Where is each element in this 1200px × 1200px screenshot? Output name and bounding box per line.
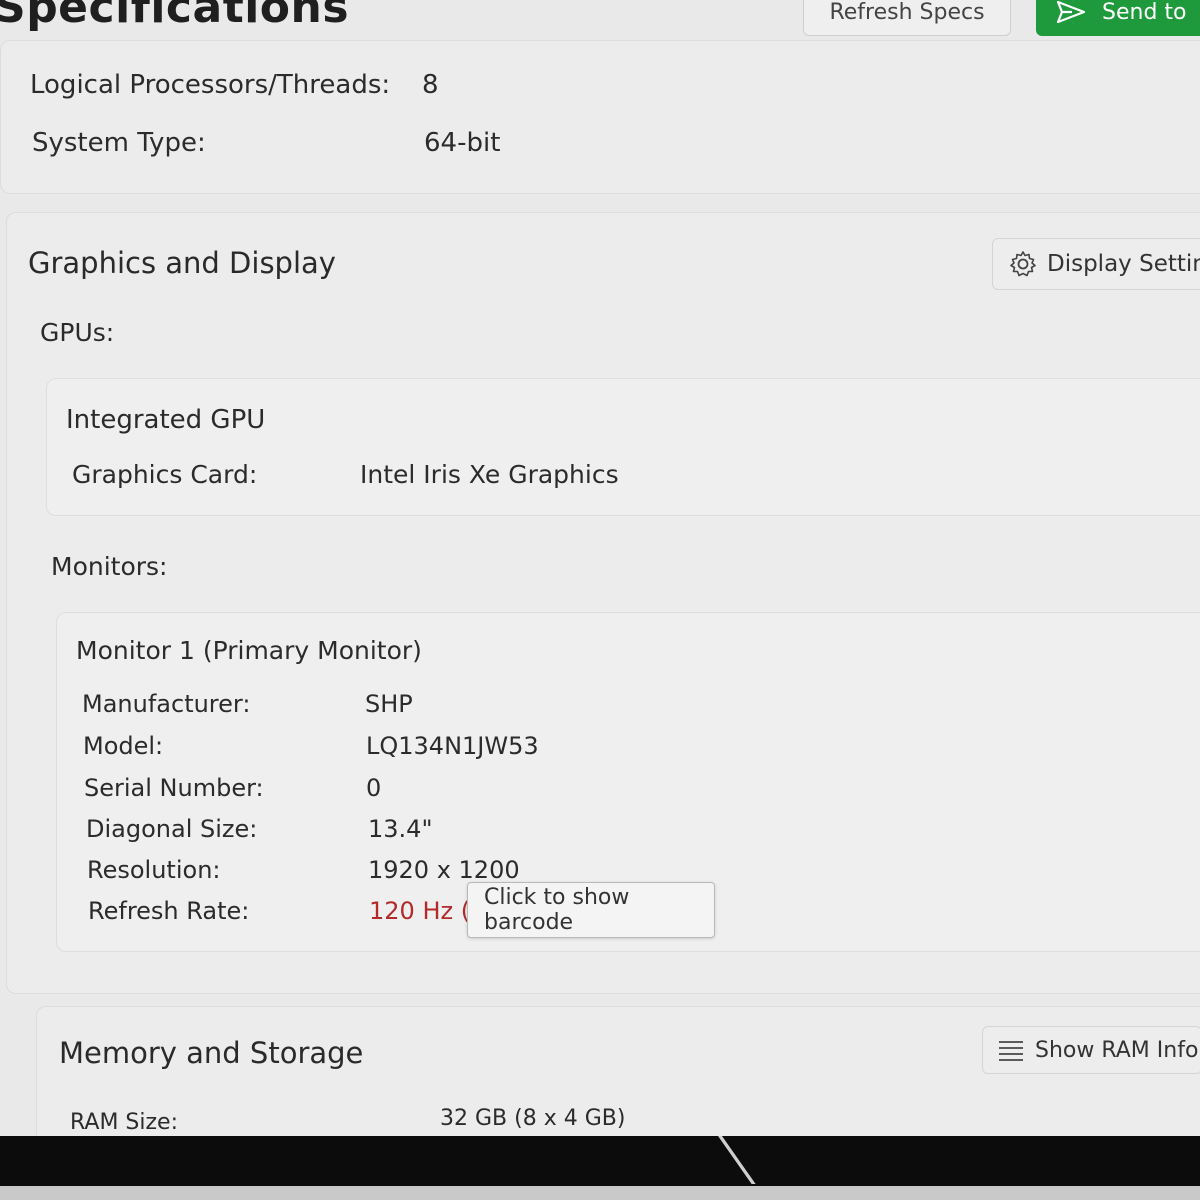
refresh-rate-value[interactable]: 120 Hz (I xyxy=(369,897,477,925)
monitors-heading: Monitors: xyxy=(51,552,168,581)
system-type-value: 64-bit xyxy=(424,128,501,158)
show-ram-info-label: Show RAM Info xyxy=(1035,1037,1199,1063)
memory-section-title: Memory and Storage xyxy=(59,1036,364,1070)
model-label: Model: xyxy=(83,732,164,760)
threads-value: 8 xyxy=(422,70,439,100)
serial-number-value: 0 xyxy=(366,774,382,802)
send-icon xyxy=(1056,0,1086,24)
barcode-tooltip: Click to show barcode xyxy=(467,882,715,938)
threads-label: Logical Processors/Threads: xyxy=(30,70,391,100)
resolution-value: 1920 x 1200 xyxy=(368,856,520,884)
graphics-card-value: Intel Iris Xe Graphics xyxy=(360,460,619,489)
refresh-specs-button[interactable]: Refresh Specs xyxy=(803,0,1011,36)
gear-icon xyxy=(1009,250,1037,278)
send-to-label: Send to xyxy=(1102,0,1187,25)
ram-size-label: RAM Size: xyxy=(70,1110,178,1135)
diagonal-size-value: 13.4" xyxy=(368,815,433,843)
gpu-card xyxy=(46,378,1200,516)
gpus-heading: GPUs: xyxy=(40,318,115,347)
monitor-name: Monitor 1 (Primary Monitor) xyxy=(76,636,422,665)
gpu-name: Integrated GPU xyxy=(66,405,266,435)
laptop-bezel xyxy=(0,1136,1200,1186)
manufacturer-label: Manufacturer: xyxy=(82,690,251,718)
graphics-section-title: Graphics and Display xyxy=(28,246,336,280)
diagonal-size-label: Diagonal Size: xyxy=(86,815,258,843)
list-icon xyxy=(997,1038,1025,1062)
show-ram-info-button[interactable]: Show RAM Info xyxy=(982,1026,1200,1074)
serial-number-label: Serial Number: xyxy=(84,774,264,802)
processor-card xyxy=(0,40,1200,194)
display-settings-label: Display Setting xyxy=(1047,251,1200,277)
system-type-label: System Type: xyxy=(32,128,206,158)
refresh-rate-label: Refresh Rate: xyxy=(88,897,250,925)
laptop-body xyxy=(0,1186,1200,1200)
resolution-label: Resolution: xyxy=(87,856,221,884)
model-value: LQ134N1JW53 xyxy=(366,732,539,760)
app-window: Specifications Refresh Specs Send to Log… xyxy=(0,0,1200,1136)
ram-size-value: 32 GB (8 x 4 GB) xyxy=(440,1106,626,1131)
manufacturer-value: SHP xyxy=(365,690,413,718)
graphics-card-label: Graphics Card: xyxy=(72,460,258,489)
send-to-button[interactable]: Send to xyxy=(1036,0,1200,36)
display-settings-button[interactable]: Display Setting xyxy=(992,238,1200,290)
page-title: Specifications xyxy=(0,0,350,33)
